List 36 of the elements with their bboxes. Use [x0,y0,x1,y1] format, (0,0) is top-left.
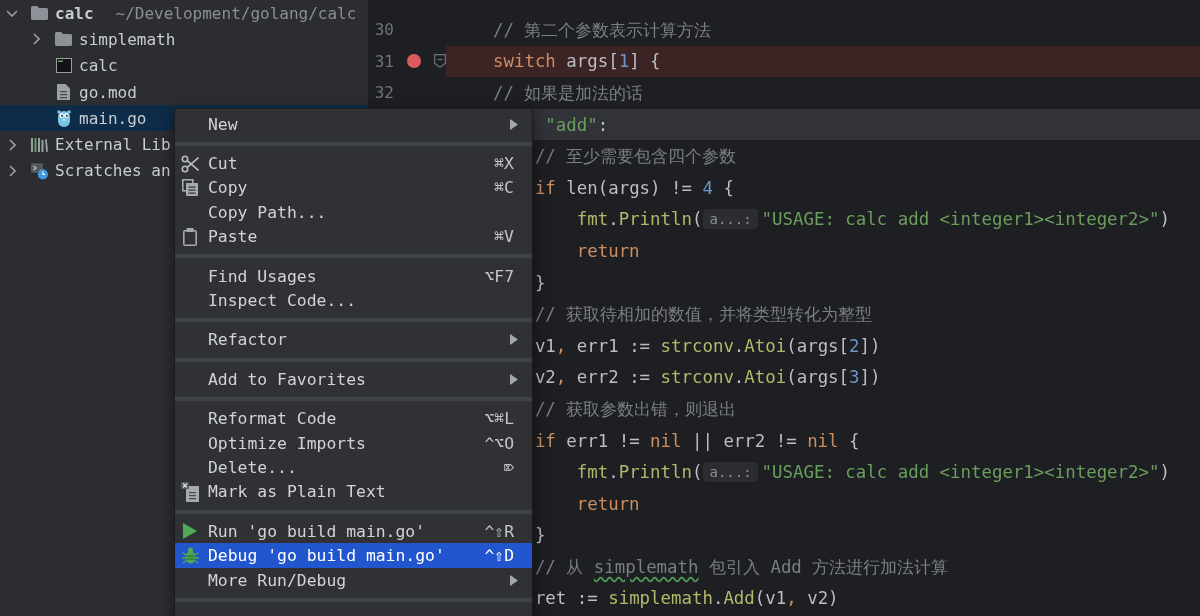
path-hint: ~/Development/golang/calc [115,3,357,23]
code-line: switch args[1] { [493,51,661,72]
keyboard-shortcut: ⌘V [494,227,514,247]
code-line: if err1 != nil || err2 != nil { [534,430,860,451]
code-line: return [576,240,640,261]
code-line: v2, err2 := strconv.Atoi(args[3]) [534,367,881,388]
code-line: } [534,272,546,293]
keyboard-shortcut: ⌘C [494,178,514,198]
code-line: // 获取待相加的数值，并将类型转化为整型 [534,303,873,327]
keyboard-shortcut: ⌦ [504,458,514,477]
code-line: "add": [545,114,609,135]
code-text: "USAGE: calc add <integer1><integer2>") [761,462,1170,483]
code-line: // 从 simplemath 包引入 Add 方法进行加法计算 [534,555,949,579]
code-line: return [576,493,640,514]
code-line: // 至少需要包含四个参数 [534,145,737,169]
parameter-hint: a...: [703,462,758,483]
keyboard-shortcut: ^⇧R [484,521,514,541]
code-text: fmt.Println( [576,462,703,483]
keyboard-shortcut: ^⌥O [484,433,514,453]
code-line: // 获取参数出错，则退出 [534,397,737,421]
code-line: // 如果是加法的话 [493,82,644,105]
parameter-hint: a...: [703,209,758,230]
code-line: ret := simplemath.Add(v1, v2) [534,588,839,609]
line-number: 32 [374,83,394,103]
code-line: } [534,525,546,546]
line-number: 31 [374,51,394,71]
code-text: "USAGE: calc add <integer1><integer2>") [761,209,1170,230]
code-line: // 第二个参数表示计算方法 [493,18,712,42]
keyboard-shortcut: ⌥⌘L [484,409,514,429]
code-line: if len(args) != 4 { [534,177,734,198]
keyboard-shortcut: ⌥F7 [484,266,514,286]
line-number: 30 [374,20,394,40]
keyboard-shortcut: ^⇧D [484,546,514,566]
code-text: fmt.Println( [576,209,703,230]
code-line: v1, err1 := strconv.Atoi(args[2]) [534,335,881,356]
keyboard-shortcut: ⌘X [494,154,514,174]
